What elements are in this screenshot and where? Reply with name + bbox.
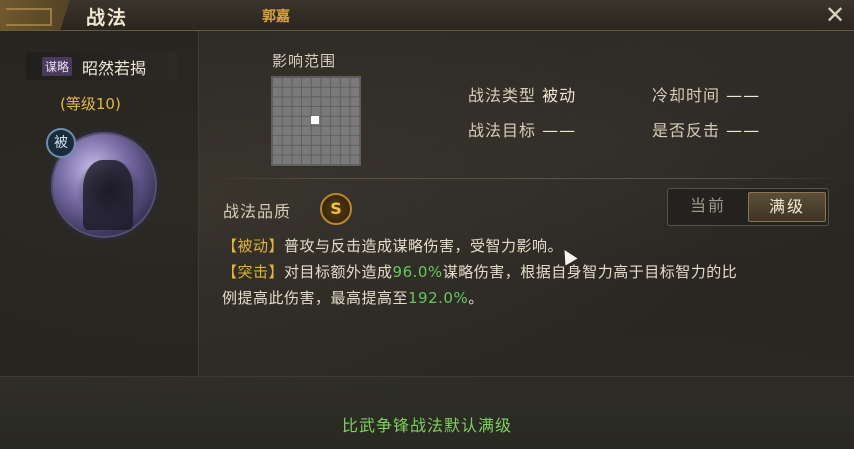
quality-badge: S [320, 193, 352, 225]
passive-badge: 被 [46, 128, 76, 158]
description-line-1: 【被动】普攻与反击造成谋略伤害，受智力影响。 [222, 235, 563, 256]
description-line-3: 例提高此伤害，最高提高至192.0%。 [222, 287, 484, 308]
hero-name: 郭嘉 [262, 9, 290, 25]
description-tag-assault: 【突击】 [222, 263, 285, 281]
description-text-3a: 例提高此伤害，最高提高至 [222, 289, 409, 307]
skill-type-tag: 谋略 [42, 57, 73, 76]
quality-label: 战法品质 [223, 202, 292, 221]
attr-target-label: 战法目标 [468, 121, 537, 140]
damage-rate: 96.0% [392, 263, 443, 281]
description-text-2b: 谋略伤害，根据自身智力高于目标智力的比 [442, 263, 738, 281]
attr-cooldown-value: —— [726, 86, 761, 105]
section-divider [210, 178, 844, 179]
attr-cooldown-label: 冷却时间 [652, 86, 721, 105]
skill-name: 昭然若揭 [82, 59, 147, 78]
attr-counter-value: —— [726, 121, 761, 140]
attr-type: 战法类型 被动 [468, 82, 576, 106]
range-label: 影响范围 [272, 52, 337, 70]
description-line-2: 【突击】对目标额外造成96.0%谋略伤害，根据自身智力高于目标智力的比 [222, 261, 737, 282]
attr-target: 战法目标 —— [468, 117, 576, 141]
skill-level: (等级10) [60, 95, 121, 113]
page-title: 战法 [86, 7, 129, 29]
max-damage-rate: 192.0% [408, 289, 469, 307]
close-icon[interactable]: ✕ [822, 2, 848, 28]
attr-cooldown: 冷却时间 —— [652, 82, 760, 106]
toggle-current[interactable]: 当前 [672, 192, 744, 220]
attr-type-label: 战法类型 [468, 86, 537, 105]
range-center-cell [311, 116, 319, 124]
attr-counter-label: 是否反击 [652, 121, 721, 140]
description-tag-passive: 【被动】 [222, 237, 285, 255]
portrait-figure [83, 160, 133, 230]
footer-note: 比武争锋战法默认满级 [341, 416, 512, 435]
attr-counter: 是否反击 —— [652, 117, 760, 141]
description-text-1: 普攻与反击造成谋略伤害，受智力影响。 [284, 237, 564, 255]
description-text-2a: 对目标额外造成 [284, 263, 393, 281]
skill-name-box: 谋略 昭然若揭 [26, 52, 178, 80]
attr-type-value: 被动 [542, 86, 577, 105]
level-toggle: 当前 满级 [667, 188, 829, 226]
attr-target-value: —— [542, 121, 577, 140]
title-ornament [0, 0, 70, 30]
title-bar: 战法 郭嘉 ✕ [0, 0, 854, 31]
toggle-max-level[interactable]: 满级 [748, 192, 826, 222]
description-text-3b: 。 [468, 289, 484, 307]
